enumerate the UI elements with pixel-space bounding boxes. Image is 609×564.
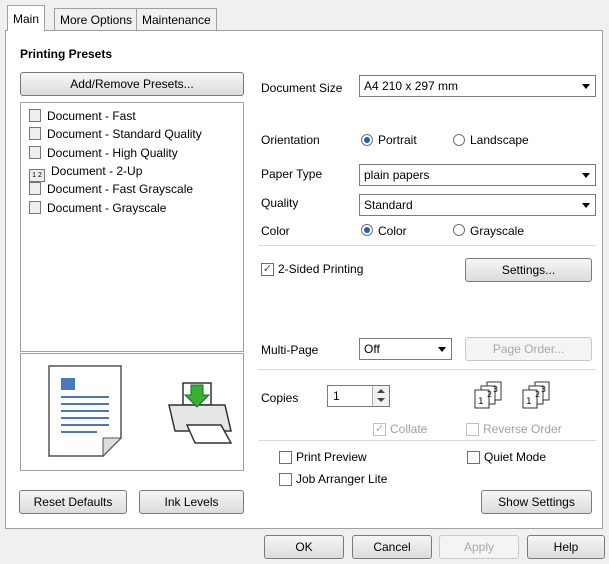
multi-page-select[interactable]: Off bbox=[359, 338, 452, 360]
quiet-mode-checkbox[interactable] bbox=[467, 451, 480, 464]
quiet-mode-label: Quiet Mode bbox=[484, 450, 547, 464]
portrait-label: Portrait bbox=[378, 133, 417, 147]
apply-button[interactable]: Apply bbox=[439, 535, 519, 559]
add-remove-presets-button[interactable]: Add/Remove Presets... bbox=[20, 72, 244, 96]
collate-label: Collate bbox=[390, 422, 428, 436]
print-preview-label: Print Preview bbox=[296, 450, 367, 464]
multi-page-value: Off bbox=[364, 342, 380, 356]
preset-item-document-high-quality[interactable]: Document - High Quality bbox=[29, 146, 178, 164]
tab-maintenance-label: Maintenance bbox=[142, 13, 211, 27]
svg-text:3: 3 bbox=[493, 385, 498, 394]
svg-text:2: 2 bbox=[487, 390, 492, 399]
printer-icon bbox=[168, 382, 233, 444]
spin-up-icon[interactable] bbox=[377, 389, 385, 393]
document-size-select[interactable]: A4 210 x 297 mm bbox=[359, 75, 596, 97]
divider bbox=[258, 245, 596, 246]
portrait-radio[interactable] bbox=[361, 134, 373, 146]
preset-item-document-standard-quality[interactable]: Document - Standard Quality bbox=[29, 127, 202, 145]
document-icon bbox=[29, 201, 41, 214]
preset-item-label: Document - 2-Up bbox=[51, 164, 143, 178]
preset-item-document-2-up[interactable]: 1 2 Document - 2-Up bbox=[29, 164, 142, 182]
paper-preview-icon bbox=[48, 365, 123, 458]
document-icon bbox=[29, 182, 41, 195]
document-icon bbox=[29, 127, 41, 140]
print-preview-checkbox[interactable] bbox=[279, 451, 292, 464]
reverse-order-pages-icon: 1 2 3 bbox=[522, 381, 550, 409]
preset-item-label: Document - Grayscale bbox=[47, 201, 167, 215]
preset-item-document-fast[interactable]: Document - Fast bbox=[29, 109, 136, 127]
multi-page-label: Multi-Page bbox=[261, 343, 319, 357]
svg-text:1: 1 bbox=[478, 397, 484, 407]
preset-item-label: Document - High Quality bbox=[47, 146, 178, 160]
two-up-icon: 1 2 bbox=[29, 169, 45, 182]
ok-button[interactable]: OK bbox=[264, 535, 344, 559]
chevron-down-icon bbox=[582, 203, 590, 208]
reverse-order-label: Reverse Order bbox=[483, 422, 562, 436]
tab-main-label: Main bbox=[13, 12, 40, 26]
two-sided-settings-button[interactable]: Settings... bbox=[465, 258, 592, 282]
quality-value: Standard bbox=[364, 198, 413, 212]
cancel-button[interactable]: Cancel bbox=[352, 535, 432, 559]
tab-main[interactable]: Main bbox=[7, 5, 46, 31]
svg-text:1: 1 bbox=[526, 397, 532, 407]
paper-type-label: Paper Type bbox=[261, 167, 323, 181]
preset-item-document-fast-grayscale[interactable]: Document - Fast Grayscale bbox=[29, 182, 193, 200]
reverse-order-checkbox[interactable] bbox=[466, 423, 479, 436]
job-arranger-lite-checkbox[interactable] bbox=[279, 473, 292, 486]
preset-item-label: Document - Fast bbox=[47, 109, 136, 123]
two-sided-printing-label: 2-Sided Printing bbox=[278, 262, 364, 276]
copies-value: 1 bbox=[333, 389, 340, 403]
quality-label: Quality bbox=[261, 196, 299, 210]
grayscale-radio[interactable] bbox=[453, 224, 465, 236]
collate-checkbox[interactable]: ✓ bbox=[373, 423, 386, 436]
color-label: Color bbox=[261, 224, 290, 238]
color-radio[interactable] bbox=[361, 224, 373, 236]
job-arranger-lite-label: Job Arranger Lite bbox=[296, 472, 388, 486]
tab-maintenance[interactable]: Maintenance bbox=[136, 8, 217, 30]
two-sided-printing-checkbox[interactable]: ✓ bbox=[261, 263, 274, 276]
show-settings-button[interactable]: Show Settings bbox=[481, 490, 592, 514]
page-order-button[interactable]: Page Order... bbox=[465, 337, 592, 361]
grayscale-label: Grayscale bbox=[470, 224, 525, 238]
presets-heading: Printing Presets bbox=[20, 47, 113, 61]
divider bbox=[258, 369, 596, 370]
chevron-down-icon bbox=[582, 84, 590, 89]
help-button[interactable]: Help bbox=[527, 535, 605, 559]
divider bbox=[258, 440, 596, 441]
tab-more-options-label: More Options bbox=[60, 13, 133, 27]
spin-down-icon[interactable] bbox=[377, 398, 385, 402]
svg-text:2: 2 bbox=[535, 390, 540, 399]
preset-item-label: Document - Standard Quality bbox=[47, 127, 202, 141]
paper-type-select[interactable]: plain papers bbox=[359, 164, 596, 186]
presets-list[interactable]: Document - Fast Document - Standard Qual… bbox=[20, 102, 244, 352]
main-tab-panel: Printing Presets Add/Remove Presets... D… bbox=[5, 30, 603, 529]
orientation-label: Orientation bbox=[261, 133, 320, 147]
tab-more-options[interactable]: More Options bbox=[54, 8, 139, 30]
reset-defaults-button[interactable]: Reset Defaults bbox=[19, 490, 127, 514]
color-option-label: Color bbox=[378, 224, 407, 238]
print-preview-pane bbox=[20, 353, 244, 471]
document-icon bbox=[29, 146, 41, 159]
document-size-label: Document Size bbox=[261, 81, 343, 95]
chevron-down-icon bbox=[582, 173, 590, 178]
copies-label: Copies bbox=[261, 391, 299, 405]
preset-item-document-grayscale[interactable]: Document - Grayscale bbox=[29, 201, 166, 219]
paper-type-value: plain papers bbox=[364, 168, 430, 182]
landscape-radio[interactable] bbox=[453, 134, 465, 146]
preset-item-label: Document - Fast Grayscale bbox=[47, 182, 194, 196]
copies-spinner[interactable] bbox=[372, 386, 389, 406]
document-icon bbox=[29, 109, 41, 122]
svg-text:3: 3 bbox=[541, 385, 546, 394]
collated-pages-icon: 1 2 3 bbox=[474, 381, 502, 409]
document-size-value: A4 210 x 297 mm bbox=[364, 79, 459, 93]
ink-levels-button[interactable]: Ink Levels bbox=[139, 490, 244, 514]
chevron-down-icon bbox=[438, 347, 446, 352]
quality-select[interactable]: Standard bbox=[359, 194, 596, 216]
landscape-label: Landscape bbox=[470, 133, 529, 147]
